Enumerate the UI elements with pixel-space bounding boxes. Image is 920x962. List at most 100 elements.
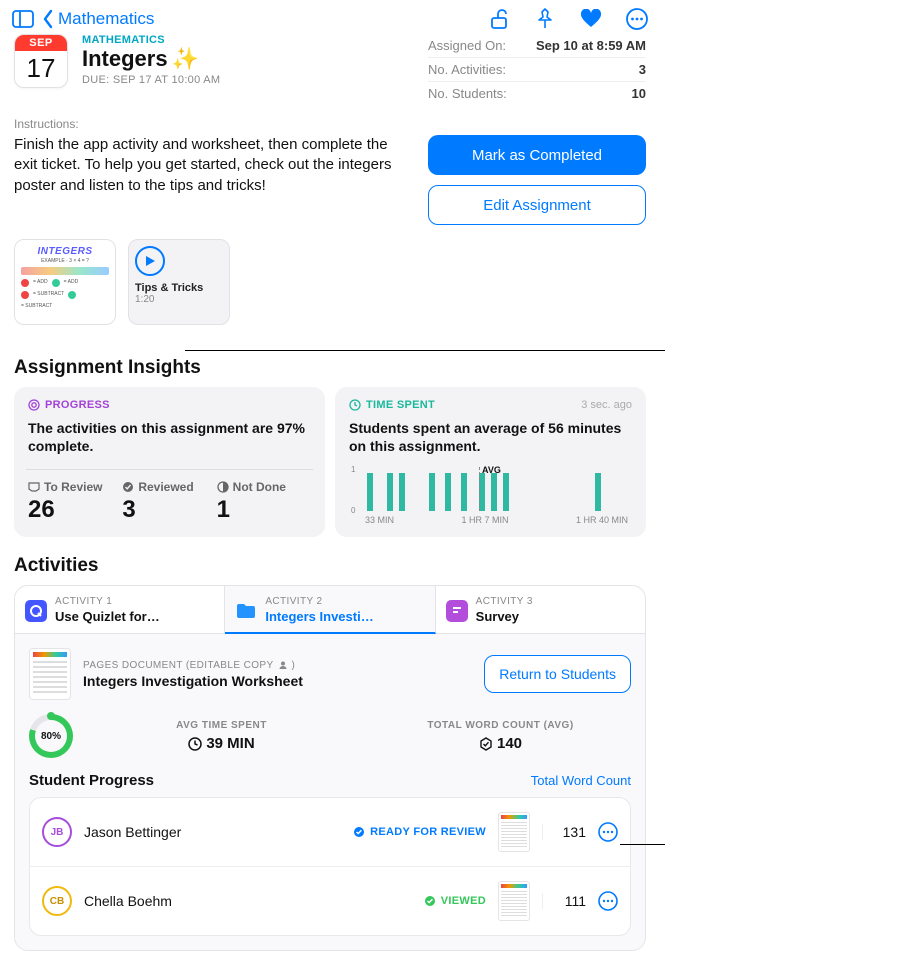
- chart-bar: [367, 473, 373, 511]
- chevron-left-icon: [42, 9, 54, 29]
- calendar-day: 17: [15, 53, 67, 84]
- top-nav: Mathematics: [0, 0, 660, 34]
- chart-bar: [429, 473, 435, 511]
- half-circle-icon: [217, 481, 229, 493]
- submission-thumbnail[interactable]: [498, 881, 530, 921]
- to-review-label: To Review: [44, 480, 102, 494]
- tab2-label: ACTIVITY 2: [265, 596, 426, 607]
- assignment-title-text: Integers: [82, 46, 168, 72]
- student-status: VIEWED: [441, 895, 486, 907]
- calendar-month: SEP: [15, 35, 67, 51]
- mark-completed-button[interactable]: Mark as Completed: [428, 135, 646, 175]
- due-date: DUE: SEP 17 AT 10:00 AM: [82, 74, 414, 86]
- instructions-text: Finish the app activity and worksheet, t…: [14, 135, 414, 225]
- clock-icon: [349, 399, 361, 411]
- attachment-audio[interactable]: Tips & Tricks 1:20: [128, 239, 230, 325]
- chart-ymin: 0: [351, 506, 355, 515]
- activities-heading: Activities: [14, 555, 646, 577]
- audio-name: Tips & Tricks: [135, 282, 223, 294]
- row-more-icon[interactable]: [598, 891, 618, 911]
- student-row[interactable]: JB Jason Bettinger READY FOR REVIEW 131: [30, 798, 630, 867]
- assignment-meta: Assigned On: Sep 10 at 8:59 AM No. Activ…: [428, 34, 646, 105]
- status-dot-icon: [353, 826, 365, 838]
- status-dot-icon: [424, 895, 436, 907]
- avatar: CB: [42, 886, 72, 916]
- time-spent-card[interactable]: TIME SPENT 3 sec. ago Students spent an …: [335, 387, 646, 537]
- return-to-students-button[interactable]: Return to Students: [484, 655, 631, 693]
- chart-bar: [595, 473, 601, 511]
- tab3-label: ACTIVITY 3: [476, 596, 637, 607]
- tab-activity-3[interactable]: ACTIVITY 3 Survey: [436, 586, 645, 634]
- tab3-name: Survey: [476, 609, 637, 624]
- doc-name: Integers Investigation Worksheet: [83, 673, 303, 689]
- audio-duration: 1:20: [135, 294, 223, 305]
- student-value: 131: [542, 824, 586, 840]
- chart-x1: 33 MIN: [365, 515, 394, 525]
- back-label: Mathematics: [58, 9, 154, 29]
- tab1-name: Use Quizlet for…: [55, 609, 216, 624]
- not-done-label: Not Done: [233, 480, 286, 494]
- activities-label: No. Activities:: [428, 62, 506, 77]
- student-progress-heading: Student Progress: [29, 772, 154, 789]
- pin-icon[interactable]: [534, 8, 556, 30]
- callout-line-2: [620, 844, 665, 845]
- instructions-label: Instructions:: [14, 117, 646, 131]
- row-more-icon[interactable]: [598, 822, 618, 842]
- students-value: 10: [632, 86, 646, 101]
- folder-icon: [235, 600, 257, 622]
- time-chart: 1 0 AVG 33 MIN 1 H: [349, 467, 632, 525]
- calendar-chip: SEP 17: [14, 34, 68, 88]
- insights-heading: Assignment Insights: [14, 357, 646, 379]
- avg-time-label: AVG TIME SPENT: [176, 720, 267, 731]
- chart-ymax: 1: [351, 465, 355, 474]
- quizlet-icon: [25, 600, 47, 622]
- survey-icon: [446, 600, 468, 622]
- chart-bar: [445, 473, 451, 511]
- ring-percent: 80%: [41, 731, 61, 742]
- play-icon: [135, 246, 165, 276]
- sidebar-toggle-icon[interactable]: [12, 8, 34, 30]
- person-icon: [278, 660, 288, 670]
- attachment-poster[interactable]: INTEGERS EXAMPLE · 3 × 4 = ? = ADD = ADD…: [14, 239, 116, 325]
- document-thumbnail[interactable]: [29, 648, 71, 700]
- avg-label: AVG: [482, 465, 501, 475]
- students-label: No. Students:: [428, 86, 507, 101]
- target-icon: [28, 399, 40, 411]
- more-icon[interactable]: [626, 8, 648, 30]
- lock-open-icon[interactable]: [488, 8, 510, 30]
- badge-icon: [479, 737, 493, 751]
- progress-text: The activities on this assignment are 97…: [28, 419, 311, 455]
- avg-time-value: 39 MIN: [206, 735, 254, 752]
- tab-activity-2[interactable]: ACTIVITY 2 Integers Investi…: [225, 586, 435, 634]
- progress-ring: 80%: [29, 714, 73, 758]
- chart-bar: [491, 473, 497, 511]
- word-count-value: 140: [497, 735, 522, 752]
- activities-value: 3: [639, 62, 646, 77]
- time-tag: TIME SPENT: [366, 399, 435, 411]
- submission-thumbnail[interactable]: [498, 812, 530, 852]
- chart-bar: [387, 473, 393, 511]
- doc-type-label: PAGES DOCUMENT (EDITABLE COPY: [83, 660, 274, 671]
- student-list: JB Jason Bettinger READY FOR REVIEW 131 …: [29, 797, 631, 936]
- reviewed-label: Reviewed: [138, 480, 193, 494]
- total-word-count-link[interactable]: Total Word Count: [531, 773, 631, 788]
- student-value: 111: [542, 893, 586, 909]
- progress-card[interactable]: PROGRESS The activities on this assignme…: [14, 387, 325, 537]
- attachments: INTEGERS EXAMPLE · 3 × 4 = ? = ADD = ADD…: [0, 239, 660, 339]
- chart-x2: 1 HR 7 MIN: [461, 515, 508, 525]
- chart-bar: [399, 473, 405, 511]
- reviewed-count: 3: [122, 496, 216, 524]
- assigned-on-value: Sep 10 at 8:59 AM: [536, 38, 646, 53]
- tab-activity-1[interactable]: ACTIVITY 1 Use Quizlet for…: [15, 586, 225, 634]
- back-button[interactable]: Mathematics: [42, 9, 154, 29]
- heart-icon[interactable]: [580, 8, 602, 30]
- chart-bar: [503, 473, 509, 511]
- assignment-header: SEP 17 MATHEMATICS Integers ✨ DUE: SEP 1…: [0, 34, 660, 111]
- callout-line: [185, 350, 665, 351]
- student-row[interactable]: CB Chella Boehm VIEWED 111: [30, 867, 630, 935]
- edit-assignment-button[interactable]: Edit Assignment: [428, 185, 646, 225]
- clock-small-icon: [188, 737, 202, 751]
- word-count-label: TOTAL WORD COUNT (AVG): [427, 720, 573, 731]
- chart-bar: [461, 473, 467, 511]
- poster-title: INTEGERS: [21, 246, 109, 257]
